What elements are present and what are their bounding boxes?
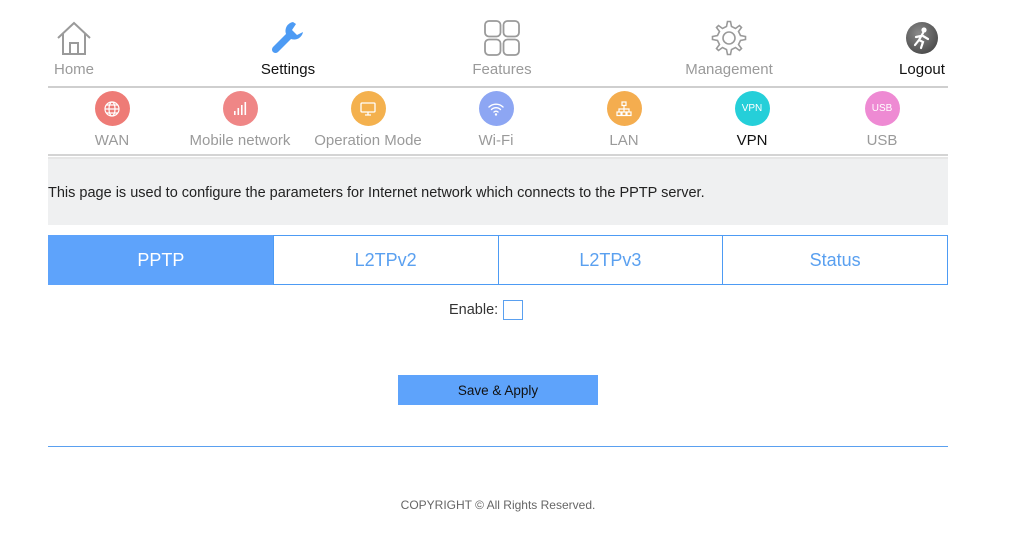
tab-l2tpv2[interactable]: L2TPv2 — [272, 235, 499, 285]
top-nav-home[interactable]: Home — [14, 16, 134, 88]
grid-icon — [482, 16, 522, 60]
signal-bars-icon — [222, 91, 258, 126]
home-icon — [54, 16, 94, 60]
top-nav-logout[interactable]: Logout — [862, 16, 982, 88]
gear-icon — [709, 16, 749, 60]
sub-nav-operation-mode-label: Operation Mode — [314, 132, 422, 149]
sub-nav-wan[interactable]: WAN — [48, 90, 176, 154]
top-nav: Home Settings Features Management Logout — [48, 16, 948, 88]
sub-nav: WAN Mobile network Operation Mode Wi-Fi … — [48, 90, 948, 154]
sub-nav-mobile-network[interactable]: Mobile network — [176, 90, 304, 154]
globe-icon — [94, 91, 130, 126]
sub-nav-lan[interactable]: LAN — [560, 90, 688, 154]
sub-nav-wifi-label: Wi-Fi — [478, 132, 514, 149]
sub-nav-wan-label: WAN — [94, 132, 130, 149]
usb-badge-icon: USB — [864, 91, 900, 126]
top-nav-features[interactable]: Features — [442, 16, 562, 88]
logout-icon — [902, 16, 942, 60]
tab-pptp[interactable]: PPTP — [48, 235, 274, 285]
save-apply-button[interactable]: Save & Apply — [398, 375, 598, 405]
tab-status[interactable]: Status — [722, 235, 948, 285]
sub-nav-usb-label: USB — [866, 132, 898, 149]
copyright-text: COPYRIGHT © All Rights Reserved. — [400, 498, 596, 512]
enable-checkbox[interactable] — [503, 300, 523, 320]
vpn-badge-icon: VPN — [734, 91, 770, 126]
enable-row: Enable: — [0, 300, 1027, 322]
top-nav-home-label: Home — [53, 61, 94, 78]
vpn-tabs: PPTP L2TPv2 L2TPv3 Status — [48, 235, 948, 285]
page-description-box: This page is used to configure the param… — [48, 159, 948, 225]
sub-nav-operation-mode[interactable]: Operation Mode — [304, 90, 432, 154]
sub-nav-usb[interactable]: USB USB — [818, 90, 946, 154]
sub-nav-vpn[interactable]: VPN VPN — [688, 90, 816, 154]
tab-l2tpv3[interactable]: L2TPv3 — [497, 235, 724, 285]
wifi-icon — [478, 91, 514, 126]
top-nav-logout-label: Logout — [899, 61, 945, 78]
top-nav-divider — [48, 86, 948, 88]
monitor-icon — [350, 91, 386, 126]
enable-label: Enable: — [449, 302, 499, 318]
network-tree-icon — [606, 91, 642, 126]
top-nav-management-label: Management — [685, 61, 773, 78]
top-nav-features-label: Features — [472, 61, 532, 78]
top-nav-settings[interactable]: Settings — [228, 16, 348, 88]
top-nav-management[interactable]: Management — [669, 16, 789, 88]
router-admin-page: Home Settings Features Management Logout… — [0, 0, 1027, 535]
top-nav-settings-label: Settings — [260, 61, 316, 78]
wrench-icon — [268, 16, 308, 60]
sub-nav-mobile-network-label: Mobile network — [189, 132, 291, 149]
sub-nav-vpn-label: VPN — [736, 132, 768, 149]
sub-nav-wifi[interactable]: Wi-Fi — [432, 90, 560, 154]
sub-nav-divider — [48, 154, 948, 156]
sub-nav-lan-label: LAN — [609, 132, 639, 149]
page-description: This page is used to configure the param… — [48, 185, 705, 201]
footer-divider — [48, 446, 948, 447]
